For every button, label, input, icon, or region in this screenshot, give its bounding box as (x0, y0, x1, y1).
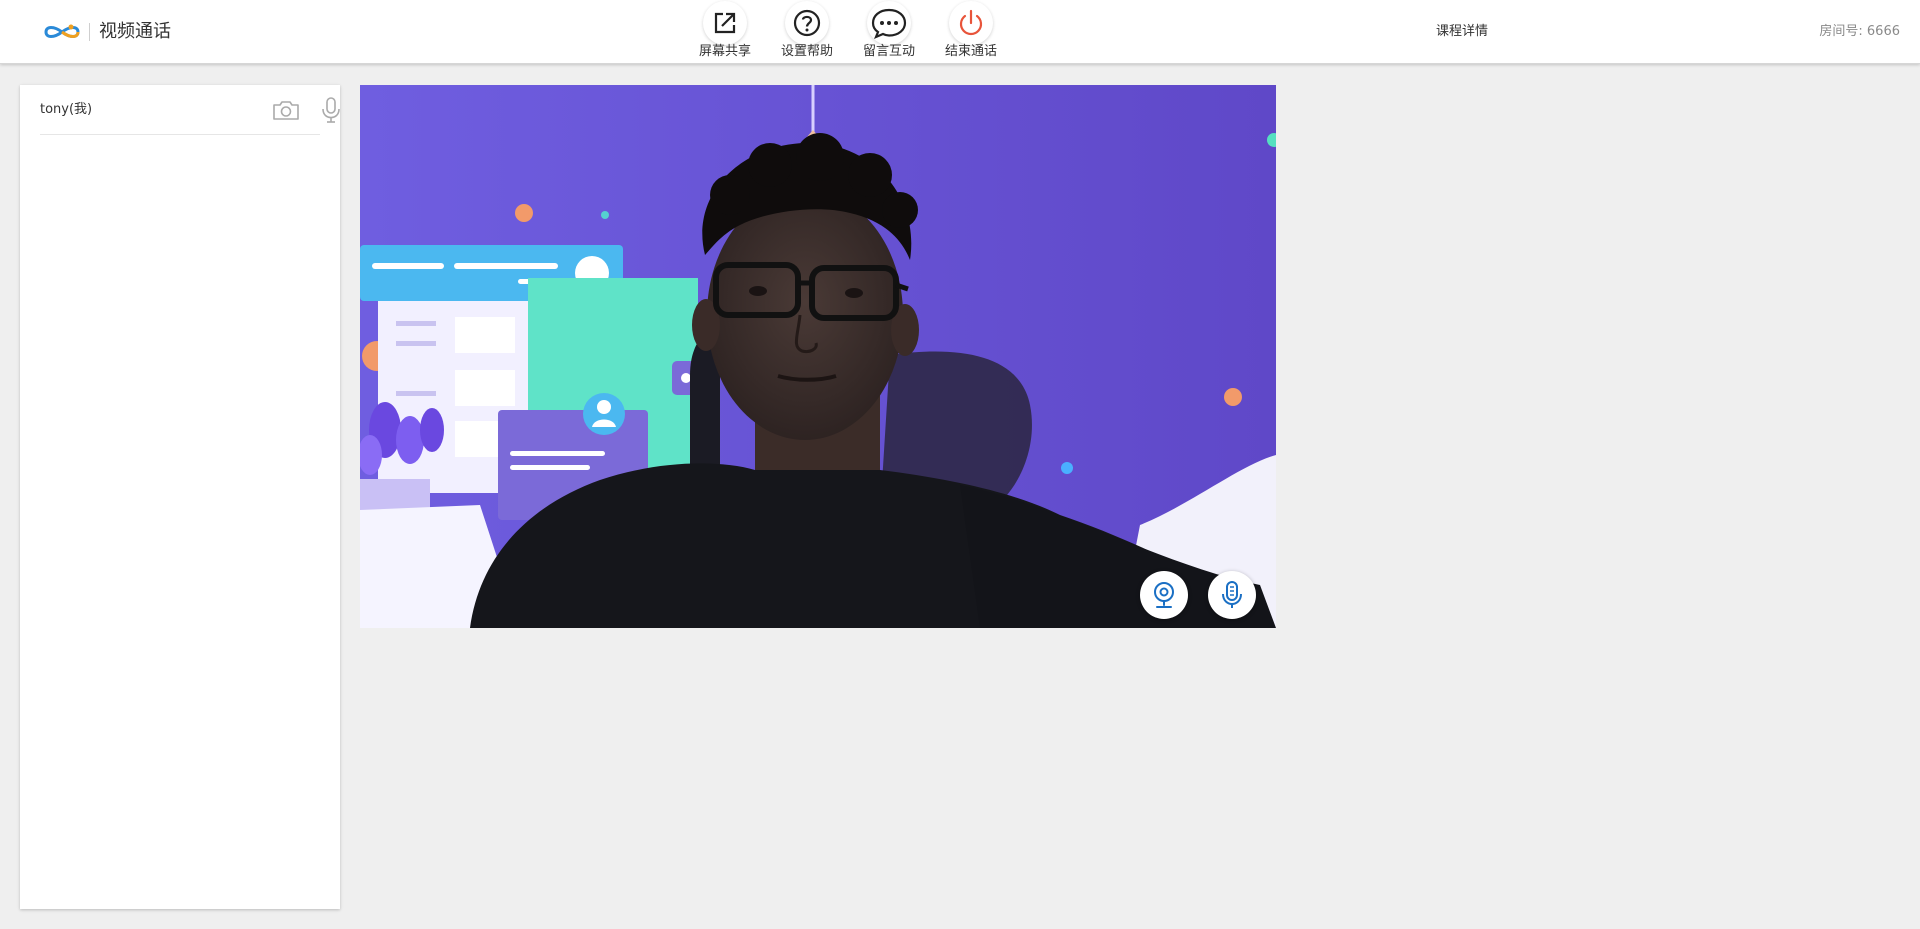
help-icon (785, 1, 829, 45)
message-interaction-label: 留言互动 (862, 44, 915, 59)
microphone-icon[interactable] (320, 96, 342, 124)
top-header: 视频通话 屏幕共享 设置帮助 留言互动 结束通话 课程详情 房间号: 6666 (0, 0, 1920, 64)
settings-help-label: 设置帮助 (780, 44, 833, 59)
camera-icon[interactable] (272, 98, 300, 122)
local-video-stream (360, 85, 1276, 628)
video-mic-toggle[interactable] (1208, 571, 1256, 619)
screen-share-button[interactable]: 屏幕共享 (684, 0, 766, 64)
end-call-label: 结束通话 (944, 44, 997, 59)
member-name: tony(我) (40, 102, 93, 117)
room-number: 房间号: 6666 (1819, 24, 1900, 39)
end-call-button[interactable]: 结束通话 (930, 0, 1012, 64)
course-detail-link[interactable]: 课程详情 (1436, 23, 1488, 41)
video-camera-toggle[interactable] (1140, 571, 1188, 619)
member-list-panel: tony(我) (20, 85, 340, 909)
settings-help-button[interactable]: 设置帮助 (766, 0, 848, 64)
message-interaction-button[interactable]: 留言互动 (848, 0, 930, 64)
list-item: tony(我) (40, 85, 340, 135)
app-logo-icon (44, 24, 80, 38)
webcam-icon (1154, 582, 1174, 608)
microphone-icon (1222, 581, 1242, 608)
chat-icon (867, 1, 911, 45)
power-icon (949, 1, 993, 45)
app-title: 视频通话 (99, 21, 171, 42)
video-frame-image (360, 85, 1276, 628)
screen-share-label: 屏幕共享 (698, 44, 751, 59)
call-toolbar: 屏幕共享 设置帮助 留言互动 结束通话 (684, 0, 1012, 64)
logo-divider (89, 23, 90, 41)
share-icon (703, 1, 747, 45)
